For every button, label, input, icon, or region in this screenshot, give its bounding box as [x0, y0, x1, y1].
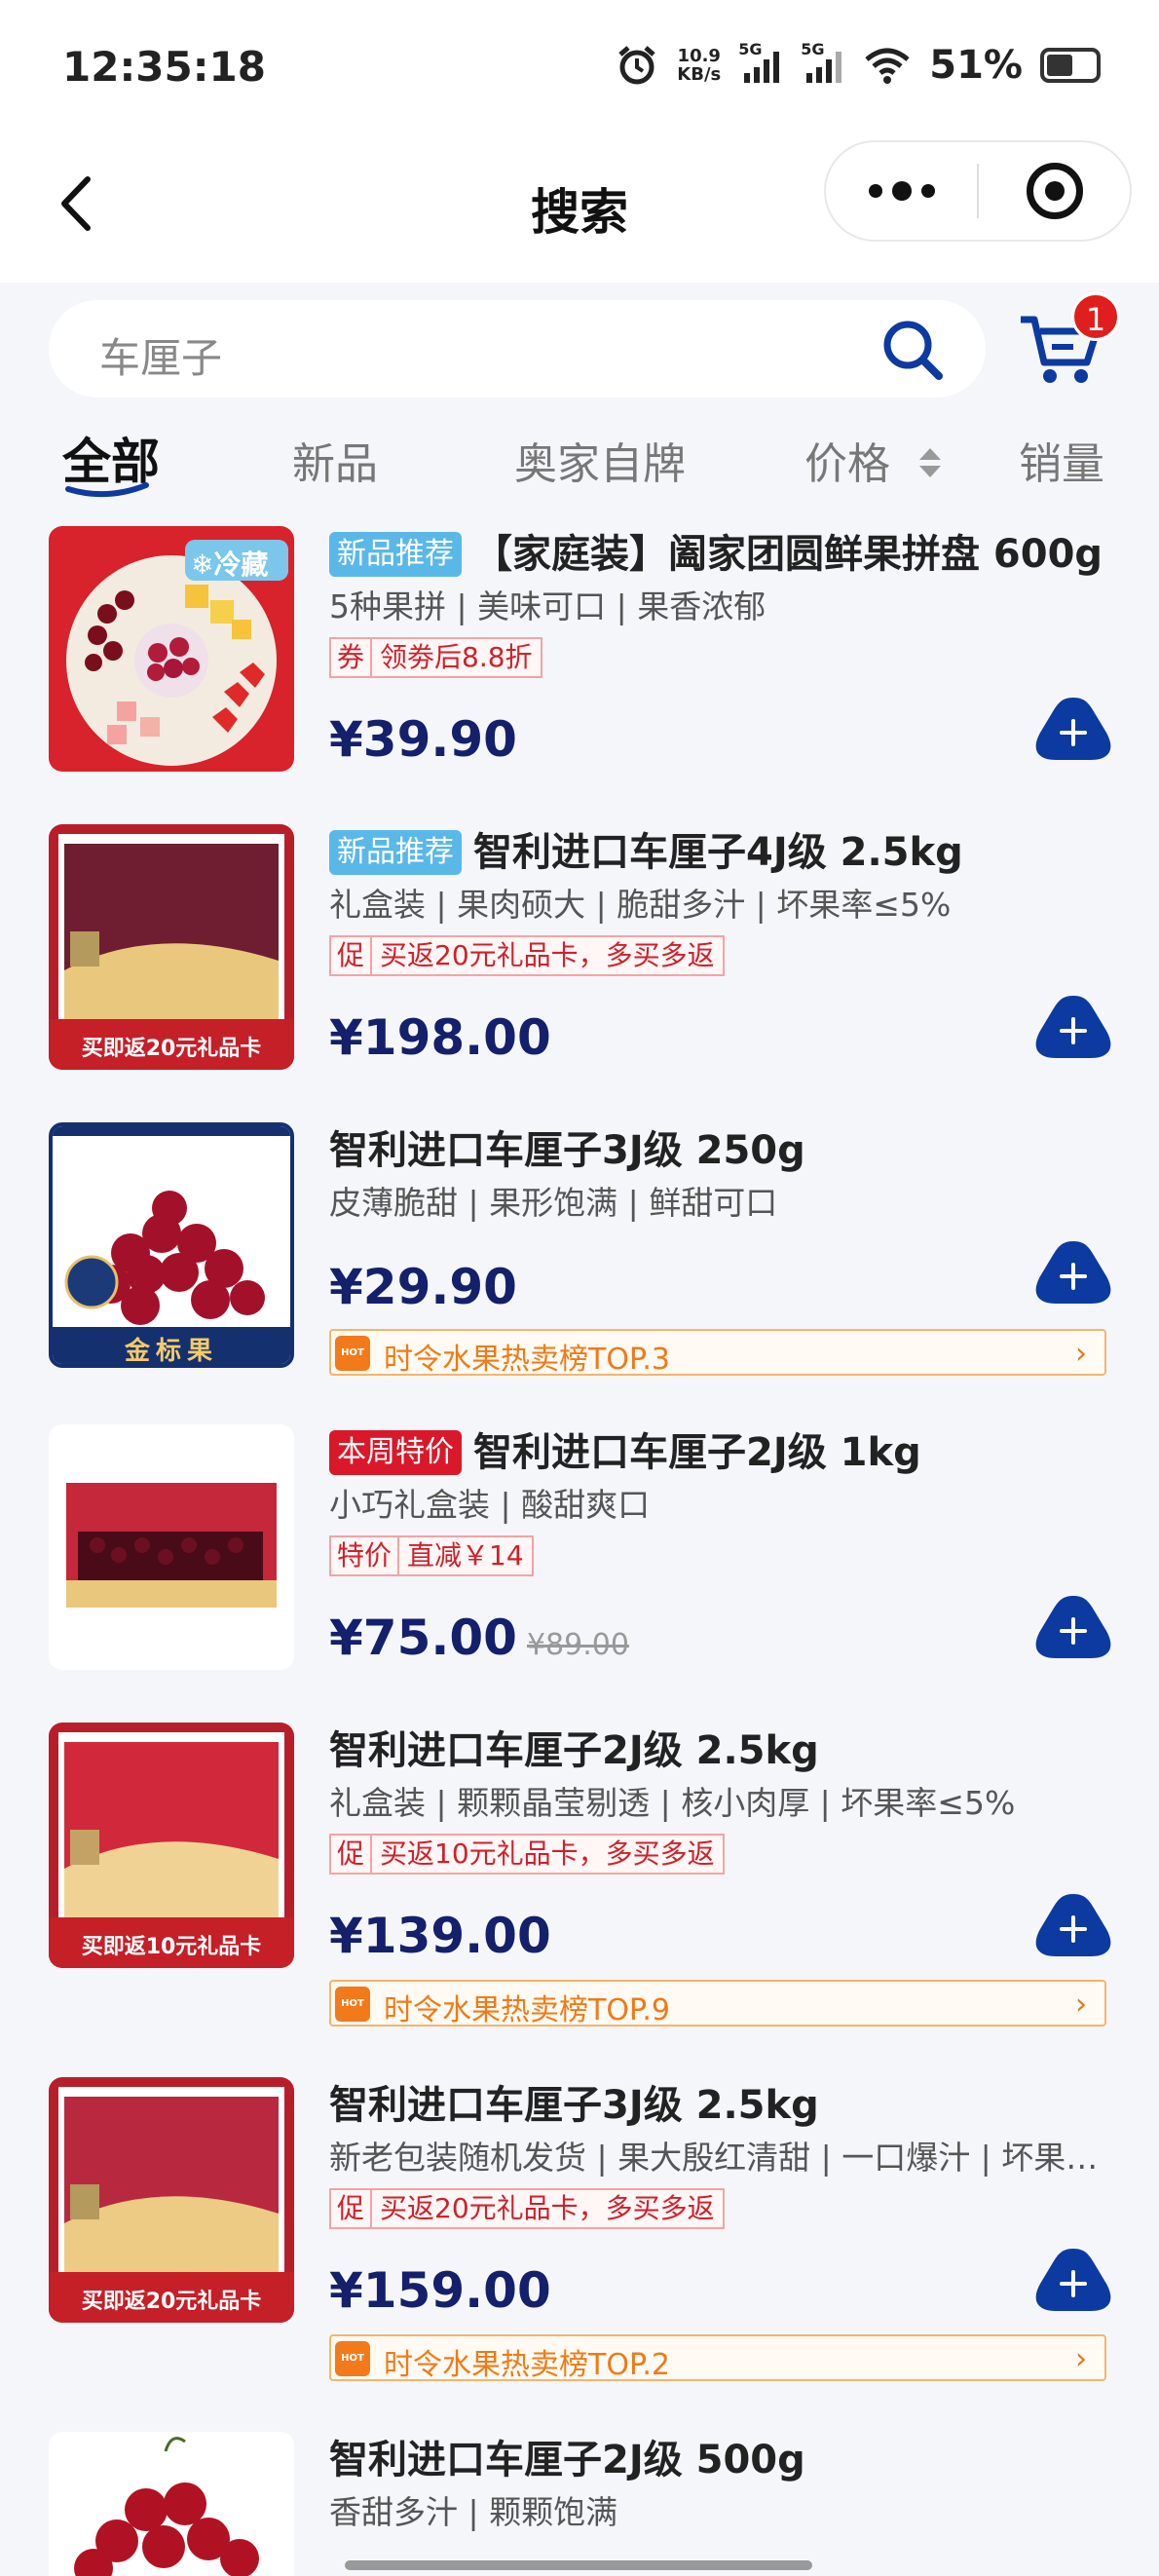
- cart-badge: 1: [1071, 292, 1120, 341]
- tab-sales[interactable]: 销量: [1019, 429, 1104, 491]
- weekly-special-tag: 本周特价: [329, 1430, 462, 1475]
- product-image: ❄冷藏: [49, 526, 294, 772]
- ranking-text: 时令水果热卖榜TOP.3: [384, 1343, 670, 1377]
- hot-icon: HOT: [335, 2341, 370, 2376]
- product-subtitle: 礼盒装 | 颗颗晶莹剔透 | 核小肉厚 | 坏果率≤5%: [329, 1784, 1016, 1822]
- search-input[interactable]: 车厘子: [49, 300, 986, 398]
- original-price: ¥89.00: [526, 1628, 629, 1662]
- wifi-icon: [865, 48, 910, 84]
- chevron-right-icon: ›: [1075, 1988, 1087, 2022]
- product-subtitle: 小巧礼盒装 | 酸甜爽口: [329, 1486, 651, 1524]
- product-card[interactable]: ❄冷藏 新品推荐 【家庭装】阖家团圆鲜果拼盘 600g 5种果拼 | 美味可口 |…: [0, 526, 1159, 789]
- product-price: ¥75.00 ¥89.00: [329, 1610, 629, 1666]
- product-price: ¥198.00: [329, 1009, 551, 1066]
- status-bar: 12:35:18 10.9 KB/s 5G 5G 51%: [0, 0, 1159, 136]
- add-to-cart-icon[interactable]: [1034, 1237, 1112, 1307]
- product-image: 买即返20元礼品卡: [49, 824, 294, 1070]
- hot-ranking-link[interactable]: HOT 时令水果热卖榜TOP.2 ›: [329, 2334, 1106, 2382]
- product-title: 新品推荐 【家庭装】阖家团圆鲜果拼盘 600g: [329, 526, 1110, 583]
- product-title: 本周特价 智利进口车厘子2J级 1kg: [329, 1424, 1110, 1481]
- battery-percent: 51%: [929, 43, 1023, 88]
- product-price: ¥39.90: [329, 711, 517, 768]
- chevron-right-icon: ›: [1075, 2342, 1087, 2376]
- tab-new[interactable]: 新品: [292, 429, 378, 491]
- product-price: ¥29.90: [329, 1259, 517, 1315]
- ranking-text: 时令水果热卖榜TOP.9: [384, 1993, 670, 2027]
- status-time: 12:35:18: [62, 43, 266, 91]
- product-title: 智利进口车厘子3J级 2.5kg: [329, 2083, 819, 2128]
- product-title: 新品推荐 智利进口车厘子4J级 2.5kg: [329, 824, 1110, 881]
- gold-label: 金标果: [124, 1337, 218, 1366]
- promo-tag: 促买返20元礼品卡，多买多返: [329, 935, 725, 976]
- discount-tag: 特价 直减￥14: [329, 1535, 534, 1576]
- add-to-cart-icon[interactable]: [1034, 694, 1112, 764]
- product-subtitle: 新老包装随机发货 | 果大殷红清甜 | 一口爆汁 | 坏果率…: [329, 2139, 1110, 2177]
- close-miniapp-button[interactable]: [979, 142, 1130, 240]
- more-button[interactable]: [826, 142, 977, 240]
- more-icon: [868, 181, 935, 201]
- chevron-right-icon: ›: [1075, 1337, 1087, 1371]
- gift-card-label: 买即返20元礼品卡: [81, 1037, 262, 1061]
- tab-price-label: 价格: [804, 439, 890, 489]
- product-card[interactable]: 金标果 智利进口车厘子3J级 250g 皮薄脆甜 | 果形饱满 | 鲜甜可口 ¥…: [0, 1122, 1159, 1395]
- product-image: [49, 2432, 294, 2576]
- alarm-icon: [618, 46, 655, 85]
- hot-ranking-link[interactable]: HOT 时令水果热卖榜TOP.9 ›: [329, 1980, 1106, 2027]
- product-title: 智利进口车厘子3J级 250g: [329, 1128, 805, 1173]
- product-subtitle: 礼盒装 | 果肉硕大 | 脆甜多汁 | 坏果率≤5%: [329, 886, 952, 924]
- sort-icon: [919, 448, 941, 477]
- tab-price[interactable]: 价格: [804, 429, 943, 491]
- miniapp-capsule: [824, 140, 1132, 242]
- product-card[interactable]: 买即返20元礼品卡 新品推荐 智利进口车厘子4J级 2.5kg 礼盒装 | 果肉硕…: [0, 824, 1159, 1087]
- promo-tag: 促买返10元礼品卡，多买多返: [329, 1834, 725, 1875]
- signal-icon: 5G: [738, 40, 783, 85]
- add-to-cart-icon[interactable]: [1034, 2245, 1112, 2315]
- product-image: 买即返10元礼品卡: [49, 1723, 294, 1968]
- new-product-tag: 新品推荐: [329, 532, 462, 577]
- gift-card-label: 买即返20元礼品卡: [81, 2290, 262, 2314]
- nav-bar: 搜索: [0, 136, 1159, 283]
- product-price: ¥139.00: [329, 1908, 551, 1964]
- search-icon[interactable]: [879, 316, 947, 384]
- product-subtitle: 皮薄脆甜 | 果形饱满 | 鲜甜可口: [329, 1184, 778, 1222]
- hot-ranking-link[interactable]: HOT 时令水果热卖榜TOP.3 ›: [329, 1329, 1106, 1377]
- net-speed: 10.9 KB/s: [677, 46, 722, 85]
- ranking-text: 时令水果热卖榜TOP.2: [384, 2348, 670, 2382]
- search-query: 车厘子: [99, 334, 223, 382]
- target-icon: [1026, 163, 1083, 219]
- filter-tabs: 全部 新品 奥家自牌 价格 销量: [0, 429, 1159, 507]
- product-title: 智利进口车厘子2J级 500g: [329, 2438, 805, 2482]
- add-to-cart-icon[interactable]: [1034, 1592, 1112, 1662]
- product-card[interactable]: 买即返20元礼品卡 智利进口车厘子3J级 2.5kg 新老包装随机发货 | 果大…: [0, 2077, 1159, 2389]
- product-price: ¥159.00: [329, 2262, 551, 2319]
- product-title: 智利进口车厘子2J级 2.5kg: [329, 1728, 819, 1773]
- signal-icon: 5G: [801, 40, 845, 85]
- add-to-cart-icon[interactable]: [1034, 992, 1112, 1062]
- gift-card-label: 买即返10元礼品卡: [81, 1935, 262, 1959]
- cold-storage-label: ❄冷藏: [191, 549, 269, 581]
- product-card[interactable]: 智利进口车厘子2J级 500g 香甜多汁 | 颗颗饱满: [0, 2432, 1159, 2576]
- home-indicator: [345, 2560, 812, 2570]
- product-subtitle: 香甜多汁 | 颗颗饱满: [329, 2493, 618, 2531]
- product-card[interactable]: 本周特价 智利进口车厘子2J级 1kg 小巧礼盒装 | 酸甜爽口 特价 直减￥14 …: [0, 1424, 1159, 1687]
- product-image: 金标果: [49, 1122, 294, 1368]
- battery-icon: [1040, 48, 1101, 83]
- promo-tag: 促买返20元礼品卡，多买多返: [329, 2188, 725, 2229]
- tab-own-brand[interactable]: 奥家自牌: [514, 429, 686, 491]
- product-subtitle: 5种果拼 | 美味可口 | 果香浓郁: [329, 587, 766, 625]
- tab-underline: [65, 482, 149, 498]
- product-image: [49, 1424, 294, 1670]
- hot-icon: HOT: [335, 1987, 370, 2022]
- product-image: 买即返20元礼品卡: [49, 2077, 294, 2323]
- new-product-tag: 新品推荐: [329, 830, 462, 875]
- product-card[interactable]: 买即返10元礼品卡 智利进口车厘子2J级 2.5kg 礼盒装 | 颗颗晶莹剔透 …: [0, 1723, 1159, 2034]
- hot-icon: HOT: [335, 1336, 370, 1371]
- coupon-tag: 券领劵后8.8折: [329, 637, 542, 678]
- add-to-cart-icon[interactable]: [1034, 1890, 1112, 1960]
